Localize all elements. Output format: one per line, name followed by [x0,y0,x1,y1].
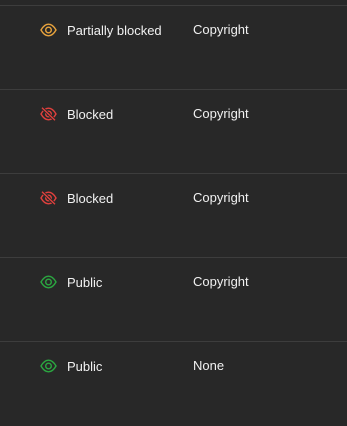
visibility-label: Blocked [67,190,114,206]
visibility-cell[interactable]: Blocked [40,190,113,206]
visibility-label: Blocked [67,106,114,122]
restrictions-label: Copyright [193,274,249,289]
visibility-cell[interactable]: Blocked [40,106,113,122]
table-row: Public Copyright [0,258,347,342]
eye-icon [40,359,57,373]
eye-icon [40,275,57,289]
table-row: Public None [0,342,347,426]
visibility-label: Public [67,274,103,290]
visibility-label: Public [67,358,103,374]
visibility-label: Partially blocked [67,22,162,38]
restrictions-label: None [193,358,225,373]
table-row: Blocked Copyright [0,174,347,258]
restrictions-label: Copyright [193,22,249,37]
table-row: Blocked Copyright [0,90,347,174]
table-row: Partially blocked Copyright [0,6,347,90]
visibility-cell[interactable]: Public [40,274,102,290]
visibility-cell[interactable]: Public [40,358,102,374]
restrictions-label: Copyright [193,190,249,205]
eye-icon [40,23,57,37]
visibility-cell[interactable]: Partially blocked [40,22,162,38]
eye-off-icon [40,107,57,121]
eye-off-icon [40,191,57,205]
restrictions-label: Copyright [193,106,249,121]
